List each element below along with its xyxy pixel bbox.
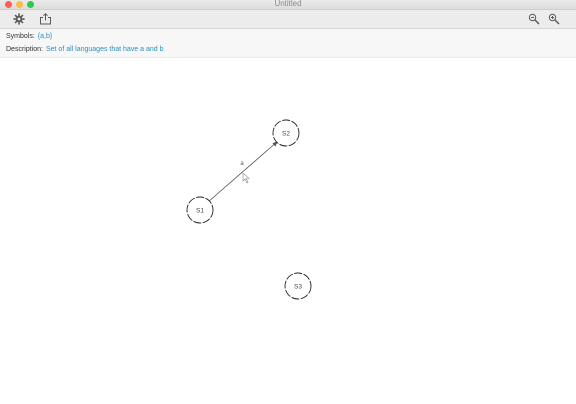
automaton-canvas[interactable]: a S1 S2 S3 xyxy=(0,58,576,404)
state-s3[interactable]: S3 xyxy=(284,272,312,300)
description-field[interactable]: Set of all languages that have a and b xyxy=(46,46,164,53)
state-label: S3 xyxy=(294,284,302,291)
zoom-out-button[interactable] xyxy=(526,12,542,26)
window-title: Untitled xyxy=(274,0,302,8)
symbols-label: Symbols: xyxy=(6,33,35,40)
automaton-graph: a S1 S2 S3 xyxy=(186,119,312,300)
automaton-info-panel: Symbols: {a,b} Description: Set of all lan… xyxy=(0,29,576,58)
mouse-cursor-icon xyxy=(242,172,250,184)
transition-label: a xyxy=(240,161,244,167)
gear-icon xyxy=(13,13,25,25)
settings-button[interactable] xyxy=(11,12,27,26)
state-label: S1 xyxy=(196,208,204,215)
state-label: S2 xyxy=(282,131,290,138)
description-row: Description: Set of all languages that ha… xyxy=(6,45,164,54)
zoom-in-icon xyxy=(548,13,560,25)
title-bar: Untitled xyxy=(0,0,576,10)
share-button[interactable] xyxy=(37,12,53,26)
symbols-field[interactable]: {a,b} xyxy=(38,33,52,40)
symbols-row: Symbols: {a,b} xyxy=(6,32,52,41)
zoom-out-icon xyxy=(528,13,540,25)
description-label: Description: xyxy=(6,46,43,53)
zoom-in-button[interactable] xyxy=(546,12,562,26)
state-s1[interactable]: S1 xyxy=(186,196,214,224)
toolbar xyxy=(0,10,576,29)
state-s2[interactable]: S2 xyxy=(272,119,300,147)
transition-s1-s2[interactable]: a xyxy=(207,140,279,203)
app-window: Untitled Symbols: {a,b} Description: Set… xyxy=(0,0,576,404)
share-icon xyxy=(39,13,52,25)
